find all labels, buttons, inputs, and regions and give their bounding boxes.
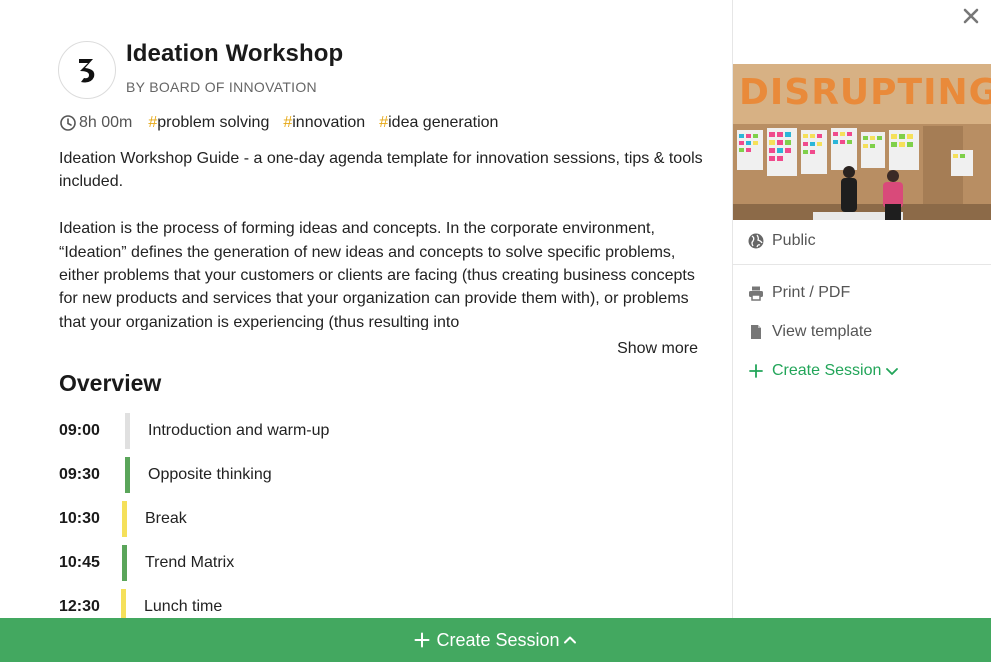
show-more-link[interactable]: Show more — [617, 340, 698, 358]
close-icon[interactable] — [961, 6, 981, 26]
sidebar-create-session-button[interactable]: Create Session — [748, 362, 899, 380]
template-meta: 8h 00m #problem solving #innovation #ide… — [59, 114, 512, 132]
visibility-label: Public — [772, 232, 816, 249]
tag[interactable]: #idea generation — [379, 114, 498, 132]
board-of-innovation-logo-icon — [79, 59, 95, 83]
agenda-time: 09:30 — [59, 466, 100, 483]
agenda-item[interactable]: 10:30 Break — [59, 501, 187, 537]
document-icon — [751, 325, 761, 339]
tag[interactable]: #innovation — [283, 114, 365, 132]
agenda-label: Lunch time — [144, 598, 223, 615]
template-sidebar: DISRUPTING Public Print / PDF View templ… — [732, 0, 991, 618]
agenda-time: 10:30 — [59, 510, 100, 527]
create-session-bar[interactable]: Create Session — [0, 618, 991, 662]
agenda-item[interactable]: 10:45 Trend Matrix — [59, 545, 234, 581]
agenda-time: 10:45 — [59, 554, 100, 571]
agenda-time: 09:00 — [59, 422, 100, 439]
template-detail: Ideation Workshop BY BOARD OF INNOVATION… — [0, 0, 732, 618]
sidebar-divider — [733, 264, 991, 265]
duration: 8h 00m — [59, 114, 132, 132]
printer-icon — [749, 286, 763, 301]
create-session-bar-label: Create Session — [436, 629, 560, 650]
create-session-label: Create Session — [772, 362, 882, 379]
duration-text: 8h 00m — [79, 114, 133, 131]
plus-icon — [749, 364, 763, 378]
description-paragraph: Ideation Workshop Guide - a one-day agen… — [59, 150, 703, 191]
visibility-status: Public — [748, 232, 816, 250]
agenda-color-bar — [122, 545, 127, 581]
agenda-label: Opposite thinking — [148, 466, 272, 483]
author-logo — [58, 41, 116, 99]
agenda-item[interactable]: 09:00 Introduction and warm-up — [59, 413, 329, 449]
template-title: Ideation Workshop — [126, 40, 344, 67]
template-description: Ideation Workshop Guide - a one-day agen… — [59, 147, 709, 330]
agenda-item[interactable]: 09:30 Opposite thinking — [59, 457, 272, 493]
template-cover-image: DISRUPTING — [733, 64, 991, 220]
agenda-color-bar — [125, 457, 130, 493]
cover-photo: DISRUPTING — [733, 64, 991, 220]
agenda-label: Break — [145, 510, 187, 527]
chevron-up-icon — [563, 636, 576, 644]
agenda-time: 12:30 — [59, 598, 100, 615]
cover-text: DISRUPTING — [739, 72, 991, 113]
clock-icon — [60, 115, 76, 131]
agenda-label: Introduction and warm-up — [148, 422, 330, 439]
agenda-color-bar — [121, 589, 126, 618]
agenda-item[interactable]: 12:30 Lunch time — [59, 589, 222, 618]
plus-icon — [414, 632, 430, 648]
tag[interactable]: #problem solving — [148, 114, 269, 132]
agenda-label: Trend Matrix — [145, 554, 235, 571]
overview-heading: Overview — [59, 370, 162, 396]
globe-icon — [748, 233, 764, 249]
agenda-color-bar — [122, 501, 127, 537]
print-pdf-label: Print / PDF — [772, 284, 851, 301]
description-paragraph: Ideation is the process of forming ideas… — [59, 220, 695, 330]
print-pdf-button[interactable]: Print / PDF — [748, 284, 850, 302]
view-template-button[interactable]: View template — [748, 323, 872, 341]
view-template-label: View template — [772, 323, 873, 340]
template-author: BY BOARD OF INNOVATION — [126, 79, 317, 95]
chevron-down-icon — [886, 368, 899, 375]
agenda-color-bar — [125, 413, 130, 449]
